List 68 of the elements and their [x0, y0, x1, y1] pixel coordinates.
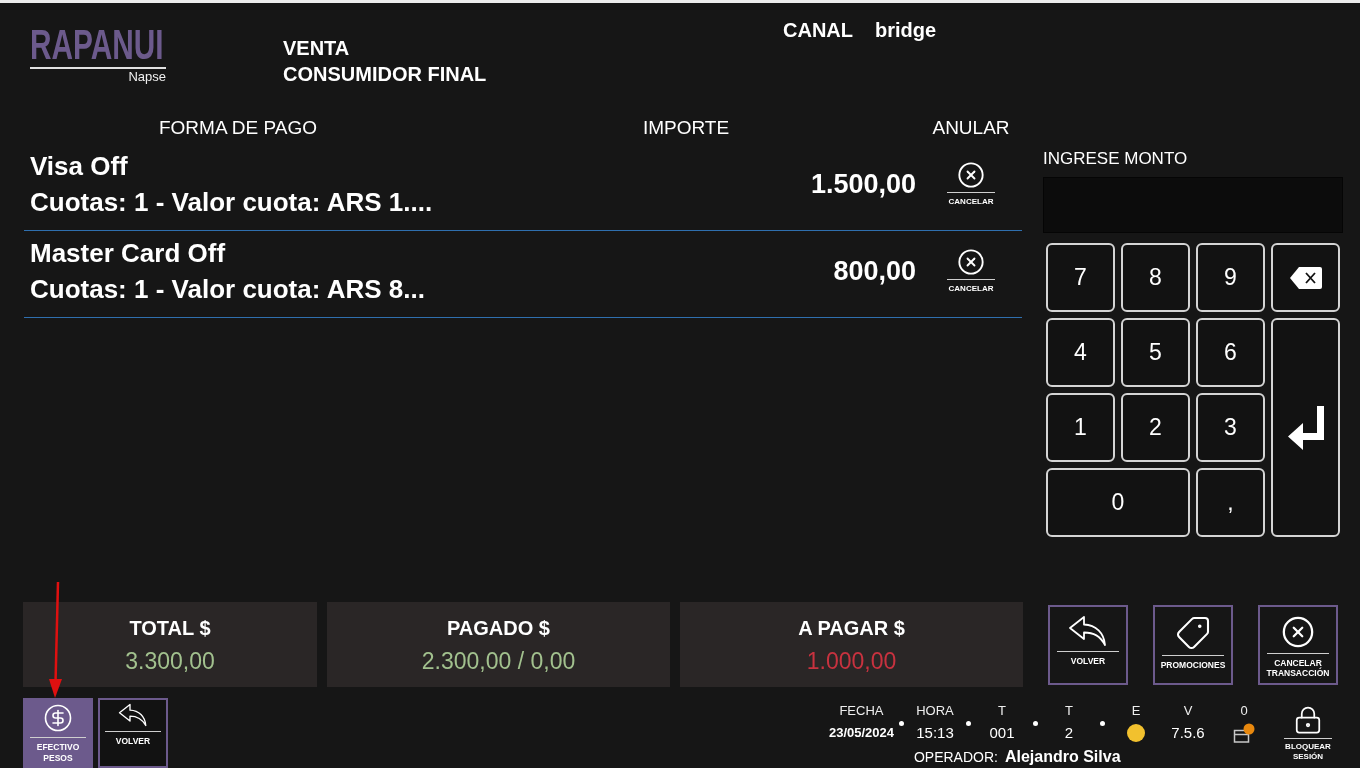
- sale-title: VENTA: [283, 36, 350, 61]
- status-label: HORA: [916, 704, 954, 718]
- status-value: 7.5.6: [1171, 723, 1205, 743]
- backspace-icon: [1288, 265, 1323, 290]
- keypad-key[interactable]: 0: [1046, 468, 1190, 537]
- status-label: V: [1183, 704, 1193, 718]
- keypad-key[interactable]: 6: [1196, 318, 1265, 387]
- payment-amount: 1.500,00: [810, 168, 916, 201]
- keypad-key[interactable]: 7: [1046, 243, 1115, 312]
- status-value: 23/05/2024: [828, 724, 894, 742]
- column-header: ANULAR: [931, 116, 1011, 140]
- close-circle-icon: [957, 161, 985, 189]
- payment-method: Master Card Off: [30, 237, 226, 270]
- backspace-key[interactable]: [1271, 243, 1340, 312]
- keypad-key[interactable]: 5: [1121, 318, 1190, 387]
- status-label: T: [998, 704, 1006, 718]
- status-value: 2: [1064, 723, 1074, 743]
- operator-label: OPERADOR:: [913, 748, 998, 766]
- keypad-key[interactable]: 8: [1121, 243, 1190, 312]
- total-label: TOTAL $: [129, 615, 211, 641]
- payment-option-button[interactable]: EFECTIVO PESOS: [23, 698, 93, 768]
- brand-name: RAPANUI: [30, 27, 165, 63]
- status-value: 15:13: [916, 723, 954, 743]
- status-label: E: [1131, 704, 1141, 718]
- close-circle-icon: [957, 248, 985, 276]
- total-label: A PAGAR $: [798, 615, 905, 641]
- enter-icon: [1286, 405, 1325, 450]
- action-button[interactable]: PROMOCIONES: [1153, 604, 1233, 685]
- total-value: 1.000,00: [806, 646, 897, 675]
- status-label: FECHA: [839, 704, 884, 718]
- keypad-key[interactable]: 2: [1121, 393, 1190, 462]
- keypad-key[interactable]: ,: [1196, 468, 1265, 537]
- lock-session-button[interactable]: BLOQUEAR SESIÓN: [1280, 696, 1336, 768]
- installment-detail: Cuotas: 1 - Valor cuota: ARS 8...: [30, 273, 425, 306]
- sale-title: CONSUMIDOR FINAL: [283, 62, 487, 87]
- payment-method: Visa Off: [30, 150, 128, 183]
- action-button[interactable]: VOLVER: [1048, 604, 1128, 685]
- cancel-payment-button[interactable]: CANCELAR: [947, 161, 995, 207]
- action-button[interactable]: CANCELAR TRANSACCIÓN: [1258, 604, 1338, 685]
- amount-entry-label: INGRESE MONTO: [1043, 149, 1189, 169]
- keypad-key[interactable]: 9: [1196, 243, 1265, 312]
- brand-tagline: Napse: [128, 69, 166, 84]
- installment-detail: Cuotas: 1 - Valor cuota: ARS 1....: [30, 186, 433, 219]
- channel-value: bridge: [875, 18, 937, 43]
- dollar-circle-icon: [43, 703, 73, 733]
- column-header: IMPORTE: [641, 116, 731, 140]
- status-label: 0: [1240, 704, 1248, 718]
- total-value: 2.300,00 / 0,00: [421, 646, 576, 675]
- keypad-key[interactable]: 1: [1046, 393, 1115, 462]
- reply-arrow-icon: [118, 703, 148, 727]
- close-circle-icon: [1281, 614, 1315, 649]
- total-label: PAGADO $: [447, 615, 550, 641]
- keypad-key[interactable]: 4: [1046, 318, 1115, 387]
- payment-amount: 800,00: [833, 255, 916, 288]
- padlock-icon: [1293, 705, 1323, 735]
- operator-name: Alejandro Silva: [1004, 748, 1121, 766]
- tag-icon: [1175, 614, 1211, 651]
- status-label: T: [1065, 704, 1073, 718]
- column-header: FORMA DE PAGO: [158, 116, 318, 140]
- keypad-key[interactable]: 3: [1196, 393, 1265, 462]
- enter-key[interactable]: [1271, 318, 1340, 537]
- total-value: 3.300,00: [125, 646, 215, 675]
- status-value: 001: [989, 723, 1015, 743]
- box-icon: [1233, 723, 1255, 743]
- payment-option-button[interactable]: VOLVER: [98, 698, 168, 768]
- reply-arrow-icon: [1068, 614, 1108, 647]
- channel-label: CANAL: [783, 18, 853, 43]
- cancel-payment-button[interactable]: CANCELAR: [947, 248, 995, 294]
